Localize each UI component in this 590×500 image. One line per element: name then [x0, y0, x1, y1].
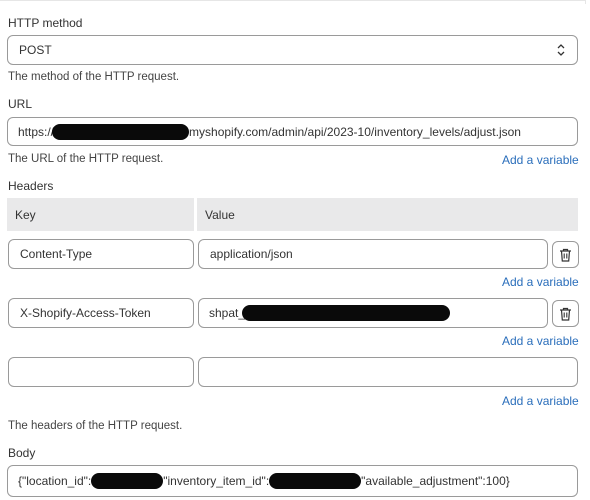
url-help: The URL of the HTTP request.	[8, 153, 164, 165]
header-add-variable-link[interactable]: Add a variable	[502, 394, 579, 408]
url-input[interactable]: https:// myshopify.com/admin/api/2023-10…	[7, 117, 578, 146]
trash-icon	[560, 248, 571, 262]
method-value: POST	[19, 43, 52, 57]
header-value-text: application/json	[210, 247, 293, 261]
header-add-variable-link[interactable]: Add a variable	[502, 275, 579, 289]
headers-col-value: Value	[197, 198, 578, 231]
redacted-block	[91, 473, 164, 489]
delete-header-button[interactable]	[552, 300, 579, 327]
chevron-updown-icon	[557, 44, 565, 56]
header-key-text: X-Shopify-Access-Token	[20, 306, 151, 320]
body-text-part: "inventory_item_id":	[163, 474, 270, 488]
headers-help: The headers of the HTTP request.	[8, 420, 183, 432]
url-suffix: myshopify.com/admin/api/2023-10/inventor…	[189, 124, 521, 139]
body-text-part: "available_adjustment":100}	[361, 474, 510, 488]
redacted-block	[269, 473, 362, 489]
body-text-part: {"location_id":	[18, 474, 92, 488]
headers-col-key: Key	[7, 198, 194, 231]
header-value-input[interactable]: shpat_	[198, 298, 548, 328]
header-value-input[interactable]	[198, 357, 578, 387]
header-value-input[interactable]: application/json	[198, 239, 548, 269]
redacted-block	[242, 305, 451, 321]
trash-icon	[560, 307, 571, 321]
header-key-input[interactable]: Content-Type	[8, 239, 194, 269]
header-key-input[interactable]: X-Shopify-Access-Token	[8, 298, 194, 328]
http-request-form: HTTP method POST The method of the HTTP …	[0, 0, 590, 500]
method-help: The method of the HTTP request.	[8, 71, 180, 83]
method-label: HTTP method	[8, 16, 83, 30]
panel-border	[0, 0, 586, 4]
body-label: Body	[8, 446, 36, 460]
headers-label: Headers	[8, 179, 54, 193]
header-key-text: Content-Type	[20, 247, 93, 261]
url-label: URL	[8, 97, 33, 111]
body-textarea[interactable]: {"location_id": "inventory_item_id": "av…	[7, 465, 578, 497]
method-select[interactable]: POST	[7, 35, 578, 65]
url-prefix: https://	[18, 124, 55, 139]
url-add-variable-link[interactable]: Add a variable	[502, 153, 579, 167]
header-add-variable-link[interactable]: Add a variable	[502, 334, 579, 348]
header-key-input[interactable]	[8, 357, 194, 387]
redacted-block	[52, 123, 190, 140]
delete-header-button[interactable]	[552, 241, 579, 268]
header-value-text: shpat_	[209, 306, 246, 320]
